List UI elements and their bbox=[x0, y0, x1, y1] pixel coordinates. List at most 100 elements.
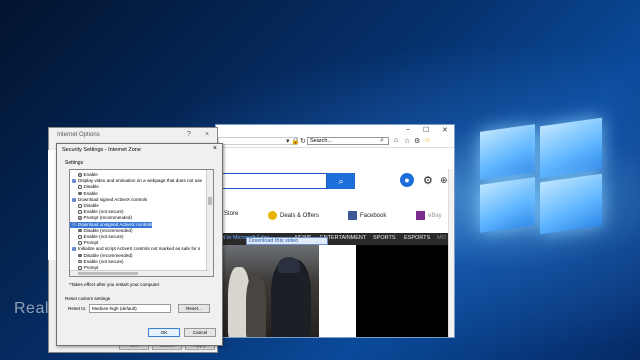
hscrollbar-thumb[interactable] bbox=[78, 272, 138, 275]
smiley-icon[interactable]: ☺ bbox=[424, 137, 431, 144]
settings-label: Settings bbox=[65, 160, 84, 166]
minimize-icon[interactable]: – bbox=[406, 126, 410, 133]
msn-search-button[interactable]: ⌕ bbox=[327, 173, 355, 189]
search-input[interactable]: Search... bbox=[307, 137, 389, 145]
setting-group[interactable]: Display video and animation on a webpage… bbox=[70, 178, 202, 184]
maximize-icon[interactable]: ☐ bbox=[423, 126, 429, 134]
quick-link-ebay[interactable]: eBay bbox=[416, 211, 442, 220]
radio-button[interactable] bbox=[78, 216, 82, 220]
setting-label: Prompt bbox=[83, 240, 99, 246]
help-icon[interactable]: ? bbox=[187, 131, 191, 138]
setting-group[interactable]: Download signed ActiveX controls bbox=[70, 197, 147, 203]
setting-label: Prompt (recommended) bbox=[83, 215, 133, 221]
setting-option[interactable]: Disable (recommended) bbox=[70, 228, 133, 234]
setting-label: Enable (not secure) bbox=[83, 258, 124, 264]
radio-button[interactable] bbox=[78, 210, 82, 214]
setting-option[interactable]: Disable bbox=[70, 184, 99, 190]
setting-label: Enable (not secure) bbox=[83, 209, 124, 215]
setting-group[interactable]: Initialize and script ActiveX controls n… bbox=[70, 246, 200, 252]
ebay-label: eBay bbox=[428, 213, 442, 220]
download-video-bar[interactable]: Download this video bbox=[246, 237, 328, 245]
windows-logo bbox=[470, 117, 610, 238]
setting-group[interactable]: Download unsigned ActiveX controls bbox=[70, 221, 153, 228]
quick-link-deals[interactable]: Deals & Offers bbox=[268, 211, 319, 220]
setting-option[interactable]: Prompt (recommended) bbox=[70, 215, 132, 221]
setting-option[interactable]: Prompt bbox=[70, 240, 98, 246]
radio-button[interactable] bbox=[78, 259, 82, 264]
news-photo[interactable] bbox=[216, 245, 319, 337]
deals-label: Deals & Offers bbox=[280, 213, 319, 220]
radio-button[interactable] bbox=[78, 235, 82, 239]
dropdown-icon[interactable]: ▾ bbox=[286, 137, 290, 145]
reset-button[interactable]: Reset... bbox=[178, 304, 210, 313]
internet-explorer-window: – ☐ ✕ ▾ 🔒 ↻ Search... ⌕ ⌂ ☆ ⚙ ☺ ⌕ ● ⚙ ⊕ … bbox=[215, 124, 455, 338]
nav-sports[interactable]: SPORTS bbox=[373, 235, 396, 241]
setting-label: Download unsigned ActiveX controls bbox=[78, 221, 153, 227]
gear-icon[interactable]: ⚙ bbox=[423, 174, 433, 187]
setting-option[interactable]: Disable (recommended) bbox=[70, 253, 133, 259]
setting-option[interactable]: Enable (not secure) bbox=[70, 259, 124, 265]
watermark-text: Real bbox=[14, 300, 49, 317]
quick-link-store[interactable]: Store bbox=[224, 211, 238, 217]
radio-button[interactable] bbox=[78, 191, 82, 196]
video-player[interactable] bbox=[356, 245, 449, 337]
nav-more[interactable]: MO bbox=[437, 235, 446, 241]
restart-note: *Takes effect after you restart your com… bbox=[69, 282, 160, 287]
avatar[interactable]: ● bbox=[400, 173, 414, 187]
setting-group-icon bbox=[72, 178, 76, 183]
setting-option[interactable]: Enable (not secure) bbox=[70, 234, 124, 240]
tools-icon[interactable]: ⚙ bbox=[414, 137, 420, 145]
dialog-title: Security Settings - Internet Zone bbox=[62, 147, 141, 153]
favorites-icon[interactable]: ☆ bbox=[404, 137, 410, 145]
radio-button[interactable] bbox=[78, 204, 82, 208]
setting-option[interactable]: Enable bbox=[70, 191, 98, 197]
setting-option[interactable]: Disable bbox=[70, 203, 99, 209]
cancel-button[interactable]: Cancel bbox=[184, 328, 216, 337]
scrollbar-thumb[interactable] bbox=[208, 197, 212, 205]
setting-option[interactable]: Enable bbox=[70, 172, 98, 178]
security-settings-dialog: Security Settings - Internet Zone × Sett… bbox=[56, 143, 223, 346]
ie-titlebar: – ☐ ✕ bbox=[216, 125, 454, 136]
setting-label: Enable bbox=[83, 172, 98, 177]
radio-button[interactable] bbox=[78, 241, 82, 245]
setting-label: Display video and animation on a webpage… bbox=[78, 178, 203, 184]
close-icon[interactable]: ✕ bbox=[442, 126, 448, 134]
close-icon[interactable]: × bbox=[213, 145, 217, 152]
setting-group-icon bbox=[72, 222, 76, 227]
reset-level-select[interactable]: Medium-high (default) bbox=[89, 304, 171, 313]
ie-address-bar: ▾ 🔒 ↻ Search... ⌕ ⌂ ☆ ⚙ ☺ bbox=[216, 136, 454, 148]
reset-to-label: Reset to: bbox=[68, 306, 87, 311]
settings-hscrollbar[interactable] bbox=[70, 270, 209, 276]
reset-custom-label: Reset custom settings bbox=[65, 296, 111, 301]
setting-option[interactable]: Enable (not secure) bbox=[70, 209, 124, 215]
ok-button[interactable]: OK bbox=[148, 328, 180, 337]
lock-icon: 🔒 bbox=[291, 138, 300, 145]
globe-icon[interactable]: ⊕ bbox=[440, 175, 448, 186]
radio-button[interactable] bbox=[78, 173, 82, 177]
setting-label: Disable (recommended) bbox=[83, 227, 133, 233]
ie-scrollbar[interactable] bbox=[448, 169, 454, 337]
settings-scrollbar[interactable] bbox=[206, 170, 213, 276]
setting-label: Enable bbox=[83, 190, 98, 196]
store-label: Store bbox=[224, 211, 239, 217]
radio-button[interactable] bbox=[78, 185, 82, 189]
msn-search-box[interactable] bbox=[216, 173, 327, 189]
settings-list[interactable]: Enable Display video and animation on a w… bbox=[69, 169, 214, 277]
setting-label: Disable (recommended) bbox=[83, 252, 133, 258]
refresh-icon[interactable]: ↻ bbox=[300, 137, 306, 145]
close-icon[interactable]: × bbox=[205, 131, 209, 138]
ebay-icon bbox=[416, 211, 425, 220]
radio-button[interactable] bbox=[78, 266, 82, 270]
setting-label: Disable bbox=[83, 184, 99, 190]
nav-esports[interactable]: ESPORTS bbox=[404, 235, 430, 241]
search-icon[interactable]: ⌕ bbox=[380, 137, 384, 145]
setting-group-icon bbox=[72, 247, 76, 252]
radio-button[interactable] bbox=[78, 228, 82, 233]
facebook-label: Facebook bbox=[360, 213, 387, 220]
home-icon[interactable]: ⌂ bbox=[394, 137, 398, 144]
quick-link-facebook[interactable]: Facebook bbox=[348, 211, 386, 220]
radio-button[interactable] bbox=[78, 253, 82, 258]
deals-icon bbox=[268, 211, 277, 220]
setting-label: Disable bbox=[83, 203, 99, 208]
setting-label: Enable (not secure) bbox=[83, 234, 124, 239]
